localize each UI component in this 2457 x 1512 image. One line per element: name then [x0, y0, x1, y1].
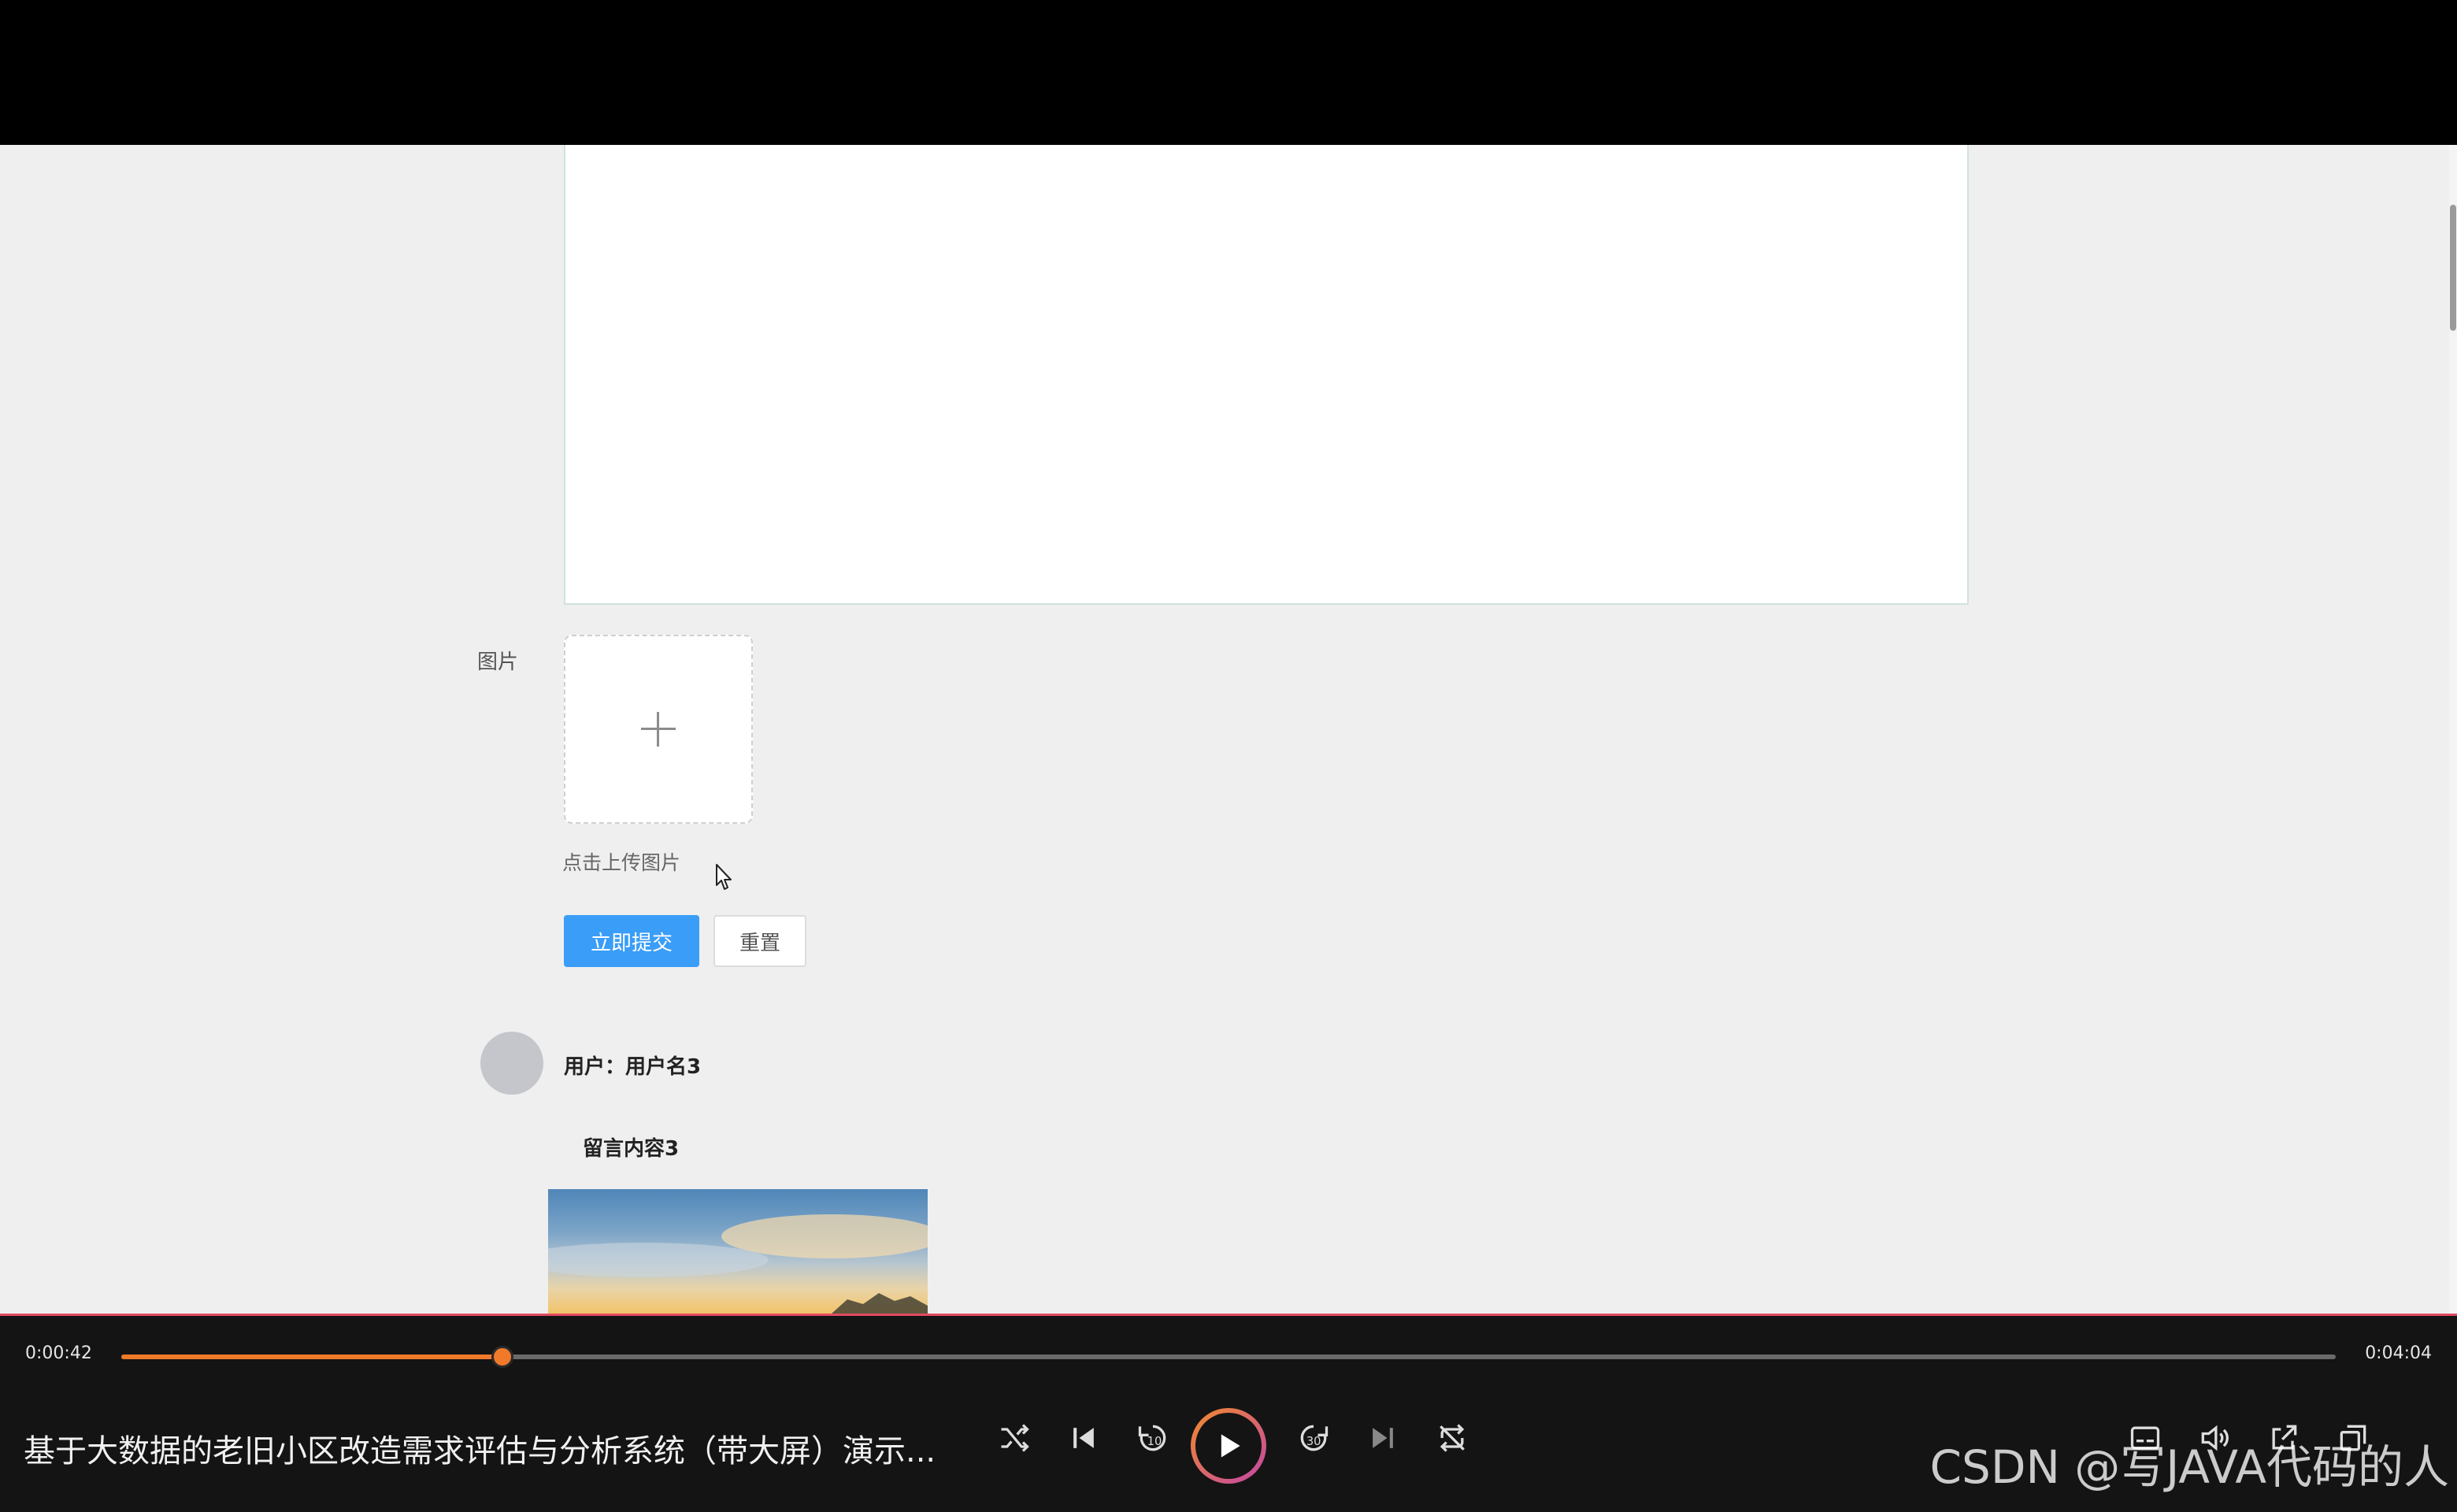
submit-button[interactable]: 立即提交 [564, 915, 699, 967]
page-scrollbar[interactable] [2449, 145, 2457, 1314]
upload-hint: 点击上传图片 [562, 851, 681, 874]
svg-text:30: 30 [1306, 1435, 1321, 1448]
repeat-button[interactable] [1432, 1418, 1473, 1458]
shuffle-button[interactable] [994, 1418, 1035, 1458]
video-title: 基于大数据的老旧小区改造需求评估与分析系统（带大屏）演示... [24, 1433, 936, 1469]
repeat-off-icon [1440, 1424, 1465, 1452]
buffer-indicator [0, 1314, 2457, 1316]
video-letterbox-top [0, 0, 2457, 145]
seek-bar[interactable] [121, 1346, 2336, 1368]
rewind-10-button[interactable]: 10 [1132, 1418, 1173, 1458]
image-upload-box[interactable] [564, 635, 753, 824]
avatar [480, 1032, 543, 1095]
reset-button[interactable]: 重置 [713, 915, 806, 967]
previous-button[interactable] [1063, 1418, 1104, 1458]
seek-bar-progress [121, 1354, 502, 1359]
play-icon [1221, 1434, 1240, 1458]
image-field-label: 图片 [477, 650, 519, 674]
next-button[interactable] [1362, 1418, 1403, 1458]
rewind-10-icon: 10 [1138, 1425, 1166, 1451]
svg-text:10: 10 [1147, 1435, 1162, 1448]
comment-user-name: 用户：用户名3 [564, 1055, 702, 1079]
next-icon [1373, 1428, 1393, 1448]
total-time: 0:04:04 [2365, 1343, 2432, 1363]
mouse-cursor-icon [716, 864, 732, 890]
comment-image [548, 1189, 928, 1314]
forward-30-icon: 30 [1300, 1425, 1329, 1451]
rich-text-editor[interactable] [564, 145, 1969, 605]
play-button[interactable] [1191, 1408, 1266, 1484]
sky-photo [548, 1214, 928, 1314]
current-time: 0:00:42 [25, 1343, 92, 1363]
previous-icon [1073, 1428, 1094, 1448]
comment-message: 留言内容3 [583, 1137, 680, 1161]
scrollbar-thumb[interactable] [2450, 205, 2456, 331]
watermark: CSDN @写JAVA代码的人 [1929, 1440, 2450, 1494]
webpage-content: 图片 点击上传图片 立即提交 重置 用户：用户名3 留言内容3 [0, 145, 2457, 1314]
forward-30-button[interactable]: 30 [1293, 1418, 1334, 1458]
plus-icon [641, 712, 676, 747]
seek-handle[interactable] [491, 1346, 513, 1368]
shuffle-icon [1001, 1424, 1029, 1452]
video-player-controls: 0:00:42 0:04:04 基于大数据的老旧小区改造需求评估与分析系统（带大… [0, 1314, 2457, 1512]
